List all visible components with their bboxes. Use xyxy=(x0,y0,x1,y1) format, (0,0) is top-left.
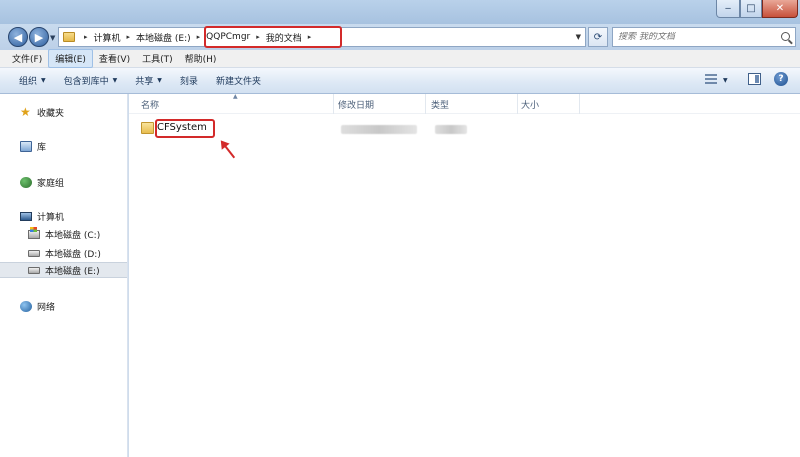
chevron-down-icon: ▼ xyxy=(41,77,46,84)
homegroup-icon xyxy=(20,176,32,188)
arrow-left-icon: ◀ xyxy=(13,30,23,44)
breadcrumb-separator[interactable]: ▸ xyxy=(84,33,88,41)
menu-help[interactable]: 帮助(H) xyxy=(179,50,223,67)
address-history-dropdown[interactable]: ▼ xyxy=(576,33,581,41)
redacted-date xyxy=(341,125,417,134)
refresh-button[interactable]: ⟳ xyxy=(588,27,608,47)
search-input[interactable] xyxy=(618,32,773,42)
address-row: ◀ ▶ ▼ ▸ 计算机 ▸ 本地磁盘 (E:) ▸ QQPCmgr ▸ 我的文档… xyxy=(0,24,800,50)
organize-button[interactable]: 组织 ▼ xyxy=(10,70,55,92)
menu-tools[interactable]: 工具(T) xyxy=(136,50,179,67)
arrow-right-icon: ▶ xyxy=(34,30,44,44)
chevron-down-icon: ▼ xyxy=(112,77,118,84)
library-icon xyxy=(20,140,32,152)
nav-network[interactable]: 网络 xyxy=(0,298,127,314)
title-bar: ‒ □ ✕ xyxy=(0,0,800,24)
column-header-row: ▲ 名称 修改日期 类型 大小 xyxy=(129,93,800,114)
maximize-button[interactable]: □ xyxy=(740,0,762,18)
burn-button[interactable]: 刻录 xyxy=(171,70,207,92)
breadcrumb-separator[interactable]: ▸ xyxy=(197,33,201,41)
column-date-modified[interactable]: 修改日期 xyxy=(334,94,426,114)
navigation-pane: ★ 收藏夹 库 家庭组 计算机 本地磁盘 (C:) 本地磁盘 (D:) 本地磁盘… xyxy=(0,94,128,457)
nav-drive-c[interactable]: 本地磁盘 (C:) xyxy=(0,226,127,242)
highlight-box-folder xyxy=(155,119,215,138)
nav-favorites[interactable]: ★ 收藏夹 xyxy=(0,104,127,120)
column-name[interactable]: ▲ 名称 xyxy=(129,93,334,114)
folder-icon xyxy=(63,32,75,42)
annotation-arrow xyxy=(221,141,236,159)
search-box[interactable] xyxy=(612,27,796,47)
system-drive-icon xyxy=(28,226,40,239)
column-type[interactable]: 类型 xyxy=(426,94,518,114)
file-list: ▲ 名称 修改日期 类型 大小 CFSystem xyxy=(129,93,800,457)
redacted-type xyxy=(435,125,467,134)
breadcrumb-computer[interactable]: 计算机 xyxy=(94,31,121,44)
nav-computer[interactable]: 计算机 xyxy=(0,208,127,224)
computer-icon xyxy=(20,211,32,221)
network-icon xyxy=(20,300,32,312)
recent-pages-dropdown[interactable]: ▼ xyxy=(50,34,55,42)
view-options-icon[interactable] xyxy=(705,74,717,84)
share-button[interactable]: 共享 ▼ xyxy=(126,70,171,92)
refresh-icon: ⟳ xyxy=(593,31,603,43)
chevron-down-icon: ▼ xyxy=(157,77,162,84)
folder-icon xyxy=(141,121,154,134)
menu-bar: 文件(F) 编辑(E) 查看(V) 工具(T) 帮助(H) xyxy=(0,49,800,68)
highlight-box-breadcrumb xyxy=(204,26,342,48)
sort-ascending-icon: ▲ xyxy=(233,93,238,100)
include-in-library-button[interactable]: 包含到库中 ▼ xyxy=(55,70,127,92)
menu-file[interactable]: 文件(F) xyxy=(6,50,48,67)
column-size[interactable]: 大小 xyxy=(518,94,580,114)
view-options-dropdown[interactable]: ▼ xyxy=(723,77,728,84)
menu-edit[interactable]: 编辑(E) xyxy=(48,49,93,68)
nav-drive-d[interactable]: 本地磁盘 (D:) xyxy=(0,245,127,261)
search-icon[interactable] xyxy=(781,32,790,41)
minimize-button[interactable]: ‒ xyxy=(716,0,740,18)
nav-libraries[interactable]: 库 xyxy=(0,138,127,154)
drive-icon xyxy=(28,249,40,257)
breadcrumb-separator[interactable]: ▸ xyxy=(127,33,131,41)
help-icon[interactable]: ? xyxy=(774,72,788,86)
new-folder-button[interactable]: 新建文件夹 xyxy=(207,70,270,92)
menu-view[interactable]: 查看(V) xyxy=(93,50,136,67)
close-button[interactable]: ✕ xyxy=(762,0,798,18)
drive-icon xyxy=(28,266,40,274)
forward-button[interactable]: ▶ xyxy=(29,27,49,47)
back-button[interactable]: ◀ xyxy=(8,27,28,47)
nav-homegroup[interactable]: 家庭组 xyxy=(0,174,127,190)
nav-drive-e[interactable]: 本地磁盘 (E:) xyxy=(0,262,127,278)
preview-pane-icon[interactable] xyxy=(748,73,761,85)
command-bar: 组织 ▼ 包含到库中 ▼ 共享 ▼ 刻录 新建文件夹 xyxy=(0,68,800,94)
breadcrumb-drive-e[interactable]: 本地磁盘 (E:) xyxy=(136,31,191,44)
star-icon: ★ xyxy=(20,104,31,119)
